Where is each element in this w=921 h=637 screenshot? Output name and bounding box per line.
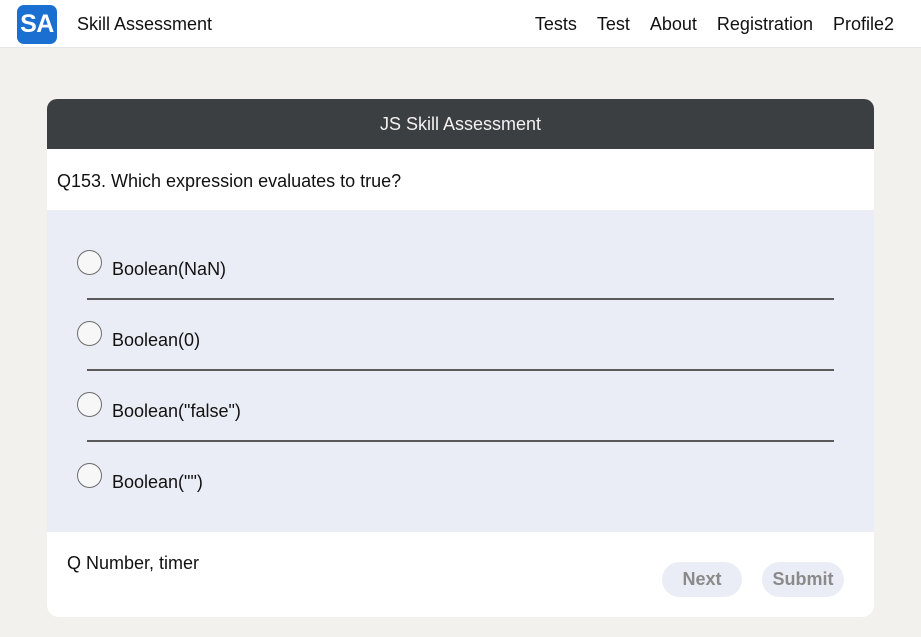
nav-link-tests[interactable]: Tests bbox=[535, 13, 577, 35]
radio-button[interactable] bbox=[77, 392, 102, 417]
nav-link-test[interactable]: Test bbox=[597, 13, 630, 35]
options-panel: Boolean(NaN) Boolean(0) Boolean("false")… bbox=[47, 210, 874, 532]
option-label: Boolean("false") bbox=[112, 401, 241, 421]
radio-button[interactable] bbox=[77, 463, 102, 488]
option-label: Boolean(NaN) bbox=[112, 259, 227, 279]
brand-title[interactable]: Skill Assessment bbox=[77, 13, 212, 35]
nav-link-profile[interactable]: Profile2 bbox=[833, 13, 894, 35]
option-label: Boolean("") bbox=[112, 472, 203, 492]
option-label: Boolean(0) bbox=[112, 330, 201, 350]
option-divider bbox=[87, 298, 834, 300]
radio-button[interactable] bbox=[77, 250, 102, 275]
question-number-timer: Q Number, timer bbox=[67, 553, 200, 573]
card-title: JS Skill Assessment bbox=[47, 99, 874, 149]
next-button[interactable]: Next bbox=[662, 562, 742, 597]
question-text: Q153. Which expression evaluates to true… bbox=[57, 171, 402, 191]
option-4[interactable]: Boolean("") bbox=[77, 461, 844, 521]
option-divider bbox=[87, 440, 834, 442]
nav-link-about[interactable]: About bbox=[650, 13, 697, 35]
option-divider bbox=[87, 369, 834, 371]
nav-link-registration[interactable]: Registration bbox=[717, 13, 813, 35]
card-footer: Q Number, timer Next Submit bbox=[47, 532, 874, 617]
submit-button[interactable]: Submit bbox=[762, 562, 844, 597]
radio-button[interactable] bbox=[77, 321, 102, 346]
question-bar: Q153. Which expression evaluates to true… bbox=[47, 149, 874, 210]
top-navbar: SA Skill Assessment Tests Test About Reg… bbox=[0, 0, 921, 48]
nav-links: Tests Test About Registration Profile2 bbox=[535, 13, 894, 35]
logo[interactable]: SA bbox=[17, 5, 57, 44]
